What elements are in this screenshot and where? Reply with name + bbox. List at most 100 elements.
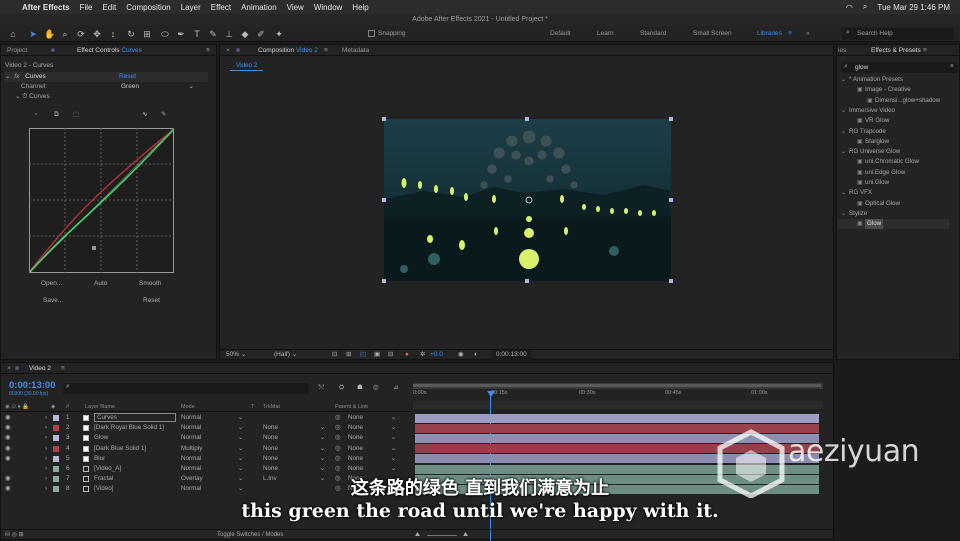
playhead-head-icon[interactable] — [487, 391, 495, 397]
handle-br[interactable] — [669, 279, 673, 283]
handle-mr[interactable] — [669, 198, 673, 202]
pickwhip-icon[interactable]: ◎ — [335, 433, 341, 443]
curve-size-icon[interactable]: ⧉ — [54, 110, 59, 120]
type-tool-icon[interactable]: T — [192, 29, 202, 39]
comp-viewer-tab[interactable]: Video 2 — [230, 61, 264, 71]
menu-help[interactable]: Help — [352, 3, 368, 12]
twirl-arrow-icon[interactable]: › — [45, 464, 47, 474]
home-icon[interactable]: ⌂ — [8, 29, 18, 39]
graph-editor-icon[interactable]: ⊿ — [393, 383, 398, 393]
resolution-dropdown[interactable]: (Half) ⌄ — [274, 350, 297, 360]
reset-button[interactable]: Reset — [143, 296, 160, 306]
twirl-arrow-icon[interactable]: › — [45, 444, 47, 454]
effects-category[interactable]: ⌄ * Animation Presets — [837, 75, 949, 85]
panel-menu-icon[interactable]: ≡ — [206, 45, 210, 56]
clear-icon[interactable]: × — [950, 63, 954, 70]
shy-icon[interactable]: ☗ — [357, 383, 363, 393]
effects-category[interactable]: ⌄ RG Universe Glow — [837, 147, 949, 157]
layer-name[interactable]: Blur — [94, 454, 105, 464]
label-color-swatch[interactable] — [53, 455, 59, 462]
layer-name[interactable]: Glow — [94, 433, 108, 443]
pickwhip-icon[interactable]: ◎ — [335, 444, 341, 454]
wifi-icon[interactable]: ◠ — [846, 3, 853, 12]
label-color-swatch[interactable] — [53, 415, 59, 421]
reset-link[interactable]: Reset — [119, 72, 136, 82]
layer-row[interactable]: ◉ › 2 [Dark Royal Blue Solid 1] Normal ⌄ None ⌄… — [1, 423, 409, 433]
handle-bl[interactable] — [382, 279, 386, 283]
effects-item[interactable]: ▣ uni.Chromatic Glow — [837, 157, 949, 167]
dolly-tool-icon[interactable]: ↕ — [108, 29, 118, 39]
tab-effect-controls[interactable]: Effect Controls Curves — [77, 45, 142, 56]
menu-composition[interactable]: Composition — [126, 3, 170, 12]
snapshot-icon[interactable]: ◉ — [458, 350, 464, 360]
comp-flow-icon[interactable]: ⤲ — [319, 383, 324, 393]
effects-category[interactable]: ⌄ RG Trapcode — [837, 127, 949, 137]
layer-row[interactable]: › 6 [Video_A] Normal ⌄ None ⌄ ◎ None ⌄ — [1, 464, 409, 474]
expand-arrow-icon[interactable]: ⌄ — [5, 73, 10, 80]
clone-tool-icon[interactable]: ⊥ — [224, 29, 234, 39]
pickwhip-icon[interactable]: ◎ — [335, 423, 341, 433]
pan-tool-icon[interactable]: ✥ — [92, 29, 102, 39]
mode-dropdown[interactable]: Normal ⌄ — [181, 423, 245, 433]
effects-item[interactable]: ▣ Glow — [837, 219, 949, 230]
menu-view[interactable]: View — [287, 3, 304, 12]
workspace-learn[interactable]: Learn — [597, 30, 614, 37]
zoom-in-icon[interactable]: ⛰ — [463, 530, 468, 541]
search-icon[interactable]: ⌕ — [863, 2, 867, 12]
tab-timeline[interactable]: Video 2 — [29, 363, 51, 374]
render-icons[interactable]: ⛁ ◎ ⊞ — [5, 530, 24, 541]
menu-edit[interactable]: Edit — [102, 3, 116, 12]
curve-large-icon[interactable]: ⬚ — [73, 110, 79, 120]
label-color-swatch[interactable] — [53, 445, 59, 452]
workspace-default[interactable]: Default — [550, 30, 571, 37]
layer-name[interactable]: [Dark Blue Solid 1] — [94, 444, 146, 454]
save-button[interactable]: Save... — [43, 296, 63, 306]
tab-composition[interactable]: Composition Video 2 — [258, 45, 318, 56]
panel-menu-icon[interactable]: ≡ — [923, 45, 927, 56]
zoom-slider[interactable] — [427, 535, 457, 536]
mode-dropdown[interactable]: Normal ⌄ — [181, 454, 245, 464]
pickwhip-icon[interactable]: ◎ — [335, 464, 341, 474]
anchor-tool-icon[interactable]: ⊞ — [142, 29, 152, 39]
time-ruler[interactable]: 0:00s 00:15s 00:30s 00:45s 01:00s — [413, 389, 823, 401]
effects-item[interactable]: ▣ Optical Glow — [837, 199, 949, 209]
layer-name[interactable]: [Video_A] — [94, 464, 121, 474]
label-col-icon[interactable]: ◆ — [51, 403, 55, 412]
pen-tool-icon[interactable]: ✒ — [176, 29, 186, 39]
layer-row[interactable]: ◉ › 5 Blur Normal ⌄ None ⌄ ◎ None ⌄ — [1, 454, 409, 464]
trkmat-dropdown[interactable]: None ⌄ — [263, 444, 327, 454]
layer-search-input[interactable]: ⌕ — [63, 383, 309, 394]
label-color-swatch[interactable] — [53, 435, 59, 442]
layer-name[interactable]: [Dark Royal Blue Solid 1] — [94, 423, 164, 433]
visibility-eye-icon[interactable]: ◉ — [5, 444, 11, 454]
curves-graph[interactable] — [29, 128, 174, 273]
selection-tool-icon[interactable]: ➤ — [28, 29, 38, 39]
shape-tool-icon[interactable]: ⬭ — [160, 29, 170, 39]
region-icon[interactable]: ▣ — [374, 350, 380, 360]
panel-menu-icon[interactable]: ≡ — [61, 363, 65, 374]
parent-dropdown[interactable]: None ⌄ — [348, 464, 398, 474]
layer-duration-bar[interactable] — [415, 413, 819, 423]
smooth-button[interactable]: Smooth — [139, 279, 161, 289]
pencil-tool-icon[interactable]: ✎ — [161, 110, 166, 120]
close-icon[interactable]: × — [226, 47, 230, 54]
workspace-small-screen[interactable]: Small Screen — [693, 30, 732, 37]
twirl-arrow-icon[interactable]: › — [45, 423, 47, 433]
puppet-tool-icon[interactable]: ✦ — [274, 29, 284, 39]
tab-metadata[interactable]: Metadata — [342, 45, 369, 56]
guides-icon[interactable]: ⊟ — [388, 350, 393, 360]
parent-dropdown[interactable]: None ⌄ — [348, 413, 398, 423]
handle-bc[interactable] — [525, 279, 529, 283]
motion-blur-icon[interactable]: ◎ — [373, 383, 379, 393]
lock-icon[interactable]: ■ — [51, 45, 55, 56]
search-help-input[interactable]: ⌕ Search Help — [842, 28, 954, 40]
effects-category[interactable]: ⌄ RG VFX — [837, 188, 949, 198]
twirl-arrow-icon[interactable]: › — [45, 413, 47, 423]
menu-layer[interactable]: Layer — [181, 3, 201, 12]
workspace-libraries[interactable]: Libraries — [757, 30, 782, 37]
pickwhip-icon[interactable]: ◎ — [335, 454, 341, 464]
effects-item[interactable]: ▣ Starglow — [837, 137, 949, 147]
effects-item[interactable]: ▣ VR Glow — [837, 116, 949, 126]
visibility-eye-icon[interactable]: ◉ — [5, 413, 11, 423]
exposure-value[interactable]: +0.0 — [430, 350, 443, 360]
